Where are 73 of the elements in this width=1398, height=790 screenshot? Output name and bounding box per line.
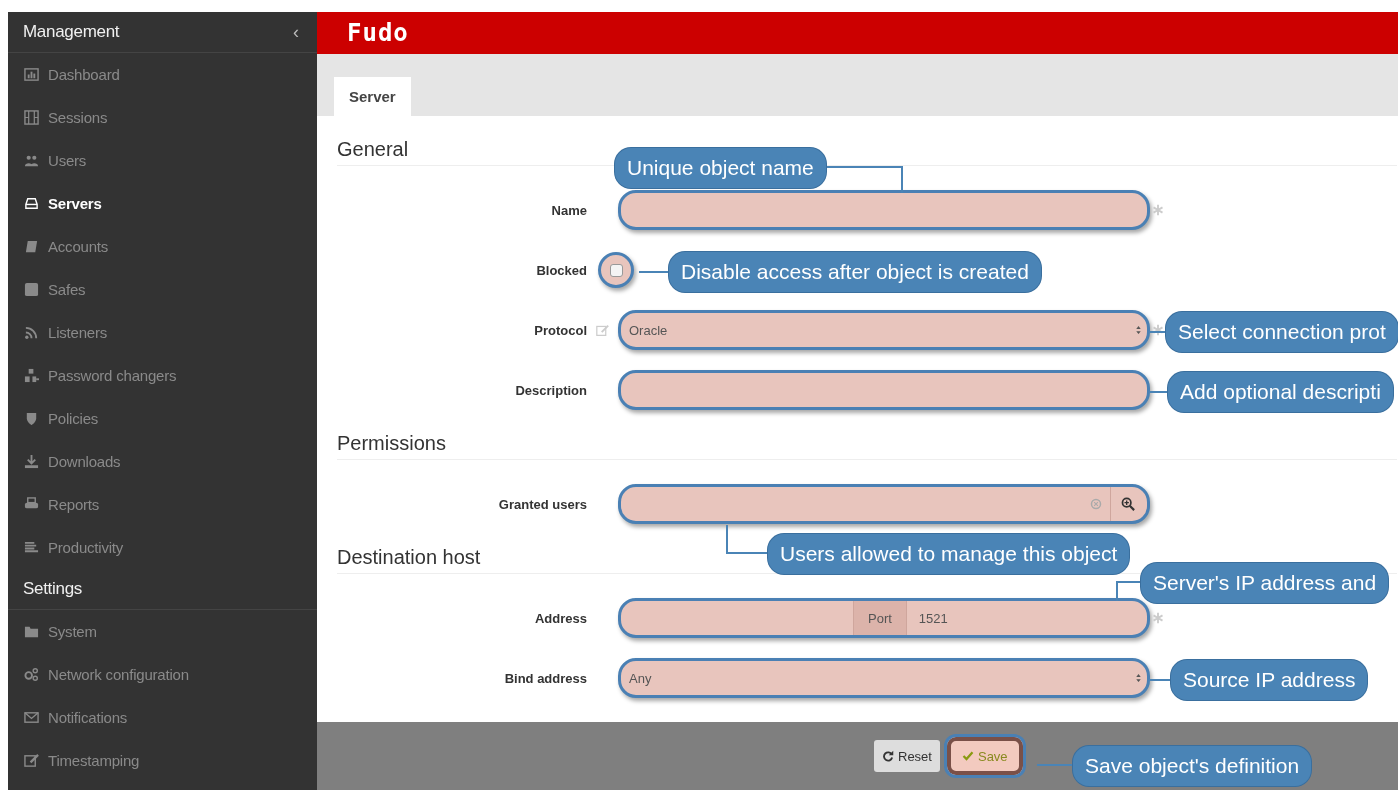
sidebar-item[interactable]: Sessions (8, 96, 317, 139)
field-label: Blocked (535, 262, 587, 278)
drive-icon (24, 196, 39, 211)
sidebar-section-title: Settings (23, 579, 83, 599)
address-field[interactable]: Port 1521 (618, 598, 1150, 638)
gears-icon (24, 667, 39, 682)
callout-label: Select connection prot (1166, 312, 1398, 352)
sidebar-item[interactable]: Servers (8, 182, 317, 225)
leader-line (726, 525, 769, 554)
folder-icon (24, 624, 39, 639)
save-button[interactable]: Save (943, 734, 1026, 778)
leader-line (1149, 679, 1172, 681)
sidebar-item[interactable]: Downloads (8, 440, 317, 483)
logo: Fudo (347, 19, 409, 47)
callout-label: Save object's definition (1073, 746, 1312, 786)
callout-label: Source IP address (1171, 660, 1368, 700)
clear-icon[interactable] (1090, 498, 1102, 510)
sidebar-item[interactable]: Policies (8, 397, 317, 440)
section-heading: Permissions (337, 432, 1397, 460)
tab[interactable]: Server (334, 77, 411, 116)
field-label: Protocol (533, 322, 587, 338)
users-icon (24, 153, 39, 168)
callout-label: Users allowed to manage this object (768, 534, 1130, 574)
sidebar-item[interactable]: Network configuration (8, 653, 317, 696)
sidebar-item[interactable]: Accounts (8, 225, 317, 268)
sidebar-item[interactable]: System (8, 610, 317, 653)
field-label: Bind address (503, 670, 587, 686)
sort-icon (1134, 324, 1143, 336)
shield-icon (24, 411, 39, 426)
sidebar-item[interactable]: Reports (8, 483, 317, 526)
book-icon (24, 239, 39, 254)
reset-button[interactable]: Reset (874, 740, 940, 772)
download-icon (24, 454, 39, 469)
chart-icon (24, 67, 39, 82)
rss-icon (24, 325, 39, 340)
select-field[interactable]: Any (618, 658, 1150, 698)
field-label: Name (550, 202, 587, 218)
sidebar-item[interactable]: Timestamping (8, 739, 317, 782)
leader-line (1116, 581, 1142, 601)
sidebar-item[interactable]: Listeners (8, 311, 317, 354)
checkbox[interactable] (609, 263, 623, 277)
sidebar-item[interactable]: Dashboard (8, 53, 317, 96)
collapse-button[interactable]: ‹ (293, 21, 299, 43)
sitemap-icon (24, 368, 39, 383)
field-label: Granted users (497, 496, 587, 512)
search-icon[interactable] (1121, 497, 1135, 511)
callout-label: Disable access after object is created (669, 252, 1041, 292)
sidebar-item[interactable]: Notifications (8, 696, 317, 739)
leader-line (1037, 764, 1074, 766)
square-icon (24, 282, 39, 297)
callout-label: Server's IP address and (1141, 563, 1389, 603)
sidebar-item[interactable]: Password changers (8, 354, 317, 397)
leader-line (639, 271, 670, 273)
sidebar-item[interactable]: Users (8, 139, 317, 182)
lines-icon (24, 540, 39, 555)
field-label: Address (533, 610, 587, 626)
callout-label: Add optional descripti (1168, 372, 1393, 412)
text-field[interactable] (618, 190, 1150, 230)
select-field[interactable]: Oracle (618, 310, 1150, 350)
sidebar-section-title: Management (23, 22, 120, 42)
edit-icon[interactable] (596, 323, 609, 337)
film-icon (24, 110, 39, 125)
text-field[interactable] (618, 370, 1150, 410)
lookup-field[interactable] (618, 484, 1150, 524)
sidebar-item[interactable]: Productivity (8, 526, 317, 569)
refresh-icon (882, 750, 894, 762)
pencil-icon (24, 753, 39, 768)
check-icon (961, 750, 974, 762)
envelope-icon (24, 710, 39, 725)
field-label: Description (514, 382, 587, 398)
sort-icon (1134, 672, 1143, 684)
leader-line (1149, 391, 1169, 393)
sidebar-item[interactable]: Safes (8, 268, 317, 311)
